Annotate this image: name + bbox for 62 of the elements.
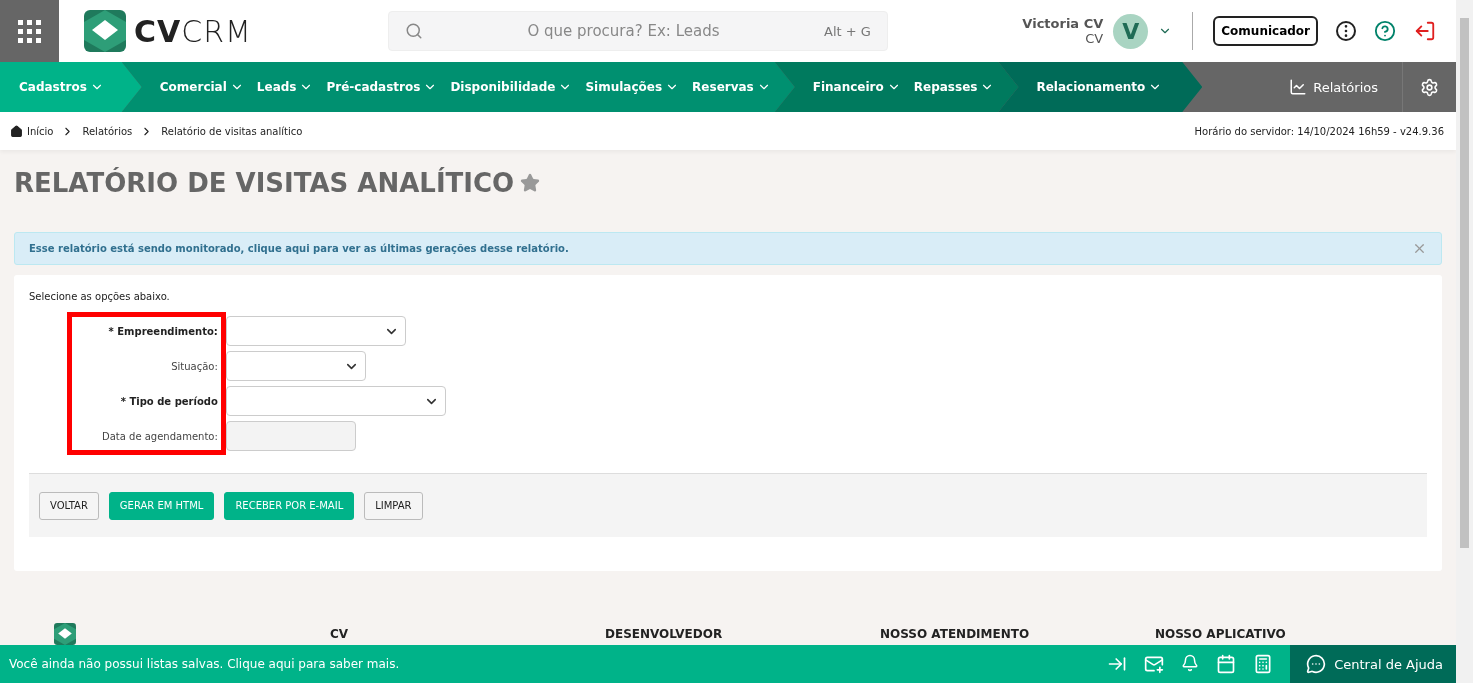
scrollbar[interactable] xyxy=(1456,0,1473,683)
logo-text: CVCRM xyxy=(134,13,252,49)
action-button[interactable]: GERAR EM HTML xyxy=(108,491,215,520)
reports-link[interactable]: Relatórios xyxy=(1265,78,1402,96)
logo-icon xyxy=(84,10,126,52)
close-button[interactable] xyxy=(1412,241,1427,256)
collapse-arrow-icon[interactable] xyxy=(1107,654,1128,674)
user-name: Victoria CV xyxy=(1022,16,1104,31)
shortcut-hint: Alt + G xyxy=(824,23,871,39)
footer-heading: NOSSO ATENDIMENTO xyxy=(880,627,1031,641)
field-label: Data de agendamento: xyxy=(102,429,218,444)
favorite-star-icon[interactable] xyxy=(520,173,541,193)
nav-menu-item[interactable]: Disponibilidade xyxy=(450,80,573,94)
settings-icon xyxy=(1420,77,1439,97)
nav-menu-item[interactable]: Repasses xyxy=(913,80,995,94)
select-field[interactable] xyxy=(225,351,366,381)
footer-heading: DESENVOLVEDOR xyxy=(605,627,724,641)
breadcrumb-link[interactable]: Relatórios xyxy=(82,125,133,137)
nav-menu-item[interactable]: Simulações xyxy=(585,80,680,94)
field-label: * Empreendimento: xyxy=(108,324,218,339)
server-time: Horário do servidor: 14/10/2024 16h59 - v24.9.36 xyxy=(1194,125,1444,137)
home-icon xyxy=(10,124,23,138)
action-button[interactable]: VOLTAR xyxy=(39,491,99,520)
user-role: CV xyxy=(1085,31,1104,46)
help-button[interactable] xyxy=(1374,20,1396,42)
field-label: Situação: xyxy=(171,359,218,374)
nav-menu-item[interactable]: Cadastros xyxy=(19,80,104,94)
select-field[interactable] xyxy=(225,386,446,416)
mail-icon[interactable] xyxy=(1144,654,1165,674)
line-chart-icon xyxy=(1289,78,1308,96)
monitoring-alert[interactable]: Esse relatório está sendo monitorado, clique aqui para ver as últimas gerações desse relatório. xyxy=(14,232,1442,265)
nav-menu-item[interactable]: Reservas xyxy=(692,80,771,94)
search-field[interactable]: O que procura? Ex: Leads Alt + G xyxy=(387,11,888,51)
more-options-button[interactable] xyxy=(1336,21,1356,41)
nav-menu-item[interactable]: Leads xyxy=(256,80,314,94)
search-icon xyxy=(404,22,423,40)
nav-menu-item[interactable]: Pré-cadastros xyxy=(326,80,438,94)
bell-icon[interactable] xyxy=(1181,654,1200,674)
logo-icon xyxy=(54,623,76,645)
saved-lists-message[interactable]: Você ainda não possui listas salvas. Clique aqui para saber mais. xyxy=(0,657,400,671)
nav-menu-item[interactable]: Comercial xyxy=(159,80,244,94)
app-menu-button[interactable] xyxy=(0,0,59,62)
footer-heading: CV xyxy=(330,627,350,641)
user-avatar[interactable]: V xyxy=(1113,13,1149,49)
footer-heading: NOSSO APLICATIVO xyxy=(1155,627,1287,641)
calendar-icon[interactable] xyxy=(1216,654,1237,674)
action-button[interactable]: LIMPAR xyxy=(364,491,423,520)
action-button[interactable]: RECEBER POR E-MAIL xyxy=(224,491,355,520)
logout-button[interactable] xyxy=(1414,20,1436,42)
form-intro: Selecione as opções abaixo. xyxy=(29,291,171,302)
chat-icon xyxy=(1306,654,1327,674)
field-label: * Tipo de período xyxy=(120,394,218,409)
communicator-button[interactable]: Comunicador xyxy=(1213,16,1318,46)
breadcrumb-link[interactable]: Início xyxy=(10,124,54,138)
calculator-icon[interactable] xyxy=(1253,654,1274,674)
nav-menu-item[interactable]: Financeiro xyxy=(812,80,901,94)
nav-menu-item[interactable]: Relacionamento xyxy=(1036,80,1163,94)
page-title: RELATÓRIO DE VISITAS ANALÍTICO xyxy=(14,168,515,198)
help-center-button[interactable]: Central de Ajuda xyxy=(1290,645,1456,683)
breadcrumb-link[interactable]: Relatório de visitas analítico xyxy=(161,125,303,137)
select-field[interactable] xyxy=(225,316,406,346)
search-input[interactable]: O que procura? Ex: Leads xyxy=(430,21,817,41)
